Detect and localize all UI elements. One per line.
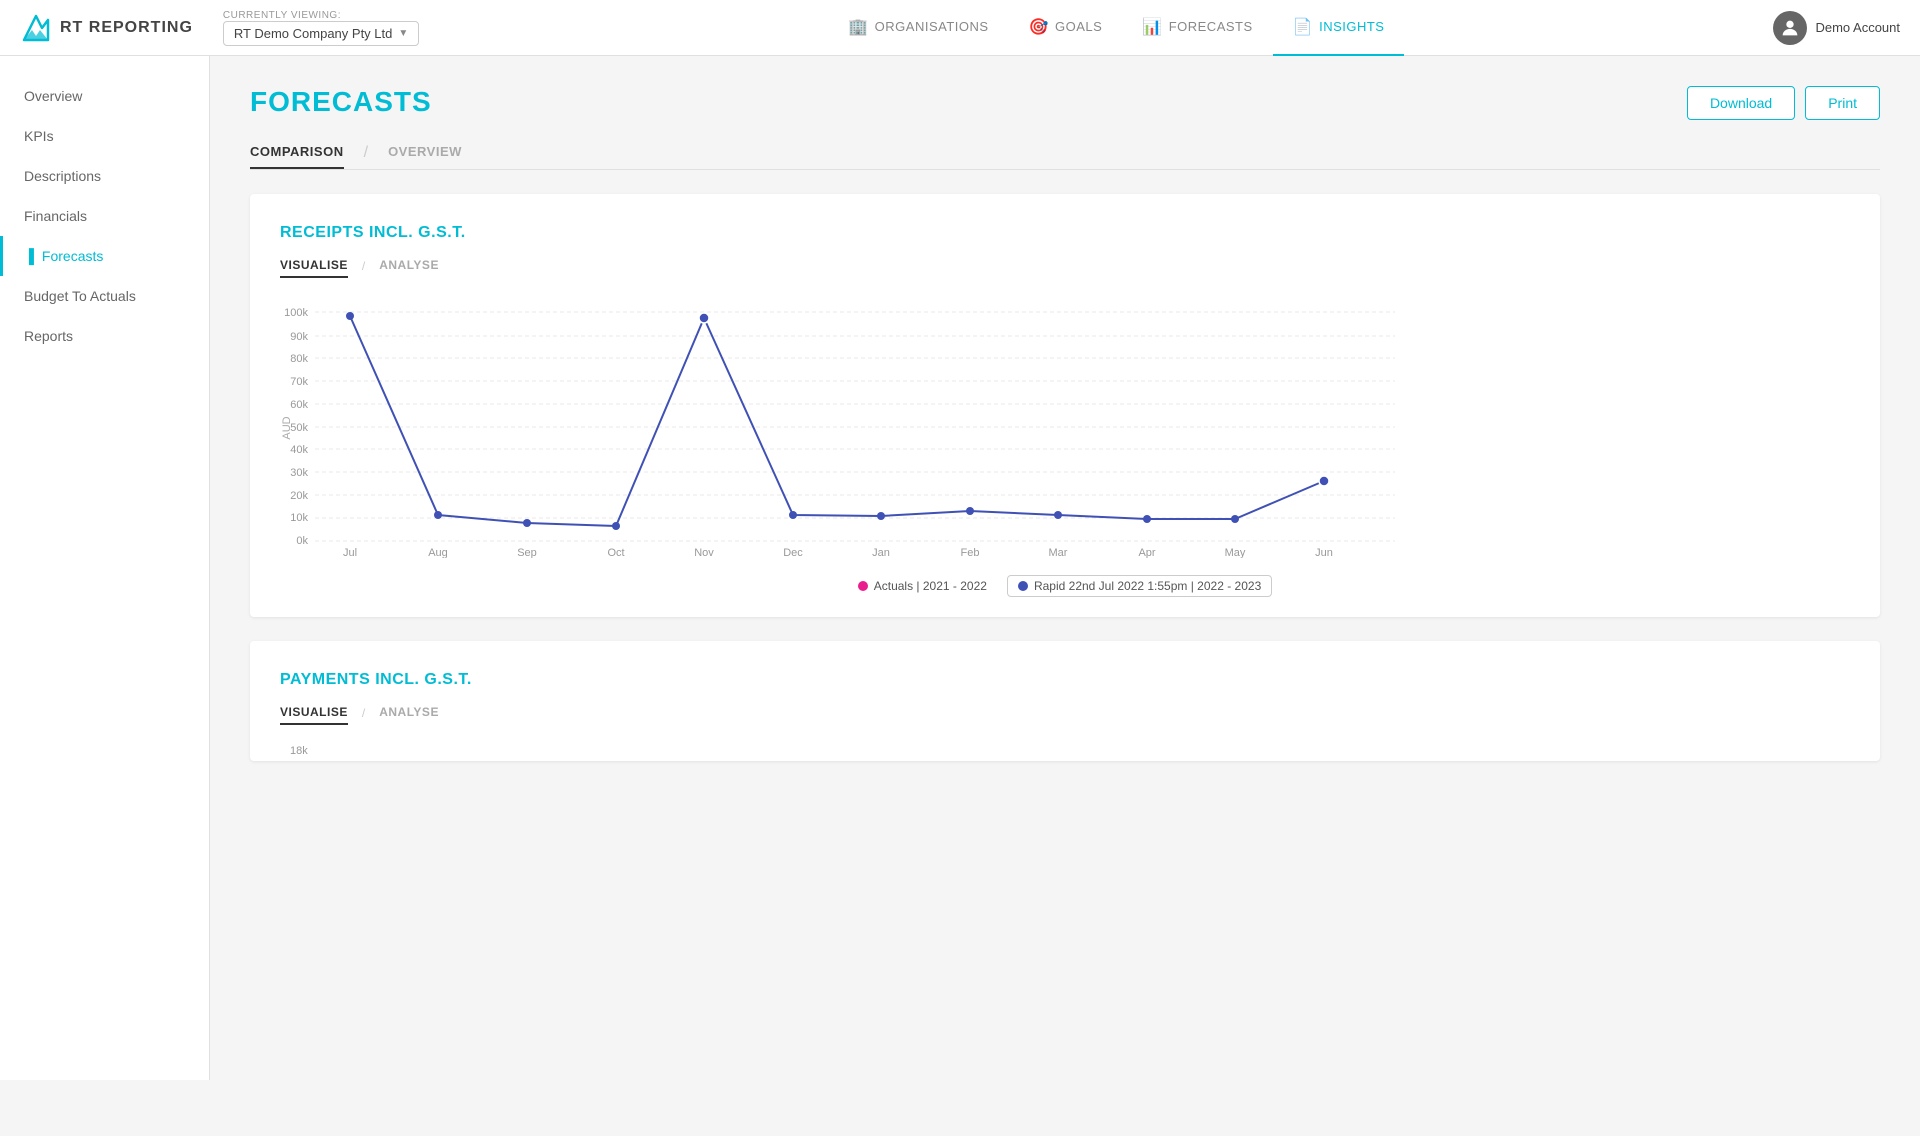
user-menu[interactable]: Demo Account [1773, 11, 1900, 45]
receipts-chart-card: RECEIPTS INCL. G.S.T. VISUALISE / ANALYS… [250, 194, 1880, 617]
svg-text:May: May [1225, 547, 1246, 558]
svg-text:70k: 70k [290, 376, 308, 388]
payments-chart-ystart: 18k [280, 745, 1850, 757]
legend-item-rapid: Rapid 22nd Jul 2022 1:55pm | 2022 - 2023 [1007, 575, 1272, 597]
sidebar-item-kpis[interactable]: KPIs [0, 116, 209, 156]
svg-text:60k: 60k [290, 399, 308, 411]
chevron-down-icon: ▼ [398, 28, 408, 39]
sidebar: Overview KPIs Descriptions Financials ▐ … [0, 56, 210, 1080]
nav-label-insights: INSIGHTS [1319, 19, 1384, 34]
receipts-chart-title: RECEIPTS INCL. G.S.T. [280, 224, 1850, 242]
sidebar-label-budget-to-actuals: Budget To Actuals [24, 288, 136, 304]
sidebar-item-reports[interactable]: Reports [0, 316, 209, 356]
svg-text:Jul: Jul [343, 547, 357, 558]
legend-label-rapid: Rapid 22nd Jul 2022 1:55pm | 2022 - 2023 [1034, 579, 1261, 593]
company-dropdown[interactable]: RT Demo Company Pty Ltd ▼ [223, 21, 419, 46]
svg-text:10k: 10k [290, 512, 308, 524]
nav-item-forecasts[interactable]: 📊 FORECASTS [1122, 0, 1272, 56]
avatar [1773, 11, 1807, 45]
currently-viewing-label: CURRENTLY VIEWING: [223, 10, 419, 21]
logo[interactable]: RT REPORTING [20, 12, 193, 44]
payments-tab-visualise[interactable]: VISUALISE [280, 701, 348, 725]
header-actions: Download Print [1687, 86, 1880, 120]
svg-text:Jan: Jan [872, 547, 890, 558]
svg-text:Dec: Dec [783, 547, 803, 558]
nav-label-forecasts: FORECASTS [1169, 19, 1253, 34]
svg-text:Sep: Sep [517, 547, 537, 558]
user-name: Demo Account [1815, 20, 1900, 35]
svg-text:30k: 30k [290, 467, 308, 479]
insights-icon: 📄 [1293, 17, 1313, 37]
receipts-chart-svg: 100k 90k 80k 70k 60k 50k 40k 30k 20k 10k… [280, 298, 1400, 558]
company-selector-area: CURRENTLY VIEWING: RT Demo Company Pty L… [223, 10, 419, 46]
nav-item-goals[interactable]: 🎯 GOALS [1009, 0, 1123, 56]
sidebar-icon-forecasts: ▐ [24, 248, 34, 264]
subtab-comparison[interactable]: COMPARISON [250, 136, 344, 169]
nav-item-insights[interactable]: 📄 INSIGHTS [1273, 0, 1405, 56]
receipts-tab-sep: / [362, 259, 365, 273]
svg-text:100k: 100k [284, 307, 308, 319]
sidebar-label-financials: Financials [24, 208, 87, 224]
goals-icon: 🎯 [1029, 17, 1049, 37]
download-button[interactable]: Download [1687, 86, 1795, 120]
svg-text:Mar: Mar [1049, 547, 1068, 558]
page-header: FORECASTS Download Print [250, 86, 1880, 120]
svg-text:40k: 40k [290, 444, 308, 456]
svg-text:Aug: Aug [428, 547, 448, 558]
svg-text:Jun: Jun [1315, 547, 1333, 558]
main-content: FORECASTS Download Print COMPARISON / OV… [210, 56, 1920, 1080]
sidebar-label-overview: Overview [24, 88, 82, 104]
receipts-chart-legend: Actuals | 2021 - 2022 Rapid 22nd Jul 202… [280, 575, 1850, 597]
svg-text:Oct: Oct [607, 547, 624, 558]
legend-item-actuals: Actuals | 2021 - 2022 [858, 579, 987, 593]
organisations-icon: 🏢 [848, 17, 868, 37]
svg-text:AUD: AUD [281, 416, 293, 439]
sidebar-item-financials[interactable]: Financials [0, 196, 209, 236]
logo-icon [20, 12, 52, 44]
payments-chart-tabs: VISUALISE / ANALYSE [280, 701, 1850, 725]
svg-text:Nov: Nov [694, 547, 714, 558]
receipts-tab-visualise[interactable]: VISUALISE [280, 254, 348, 278]
sidebar-label-descriptions: Descriptions [24, 168, 101, 184]
sidebar-label-forecasts: Forecasts [42, 248, 103, 264]
payments-tab-sep: / [362, 706, 365, 720]
sidebar-label-kpis: KPIs [24, 128, 54, 144]
nav-label-goals: GOALS [1055, 19, 1102, 34]
main-nav-links: 🏢 ORGANISATIONS 🎯 GOALS 📊 FORECASTS 📄 IN… [459, 0, 1773, 56]
page-subtabs: COMPARISON / OVERVIEW [250, 136, 1880, 170]
legend-dot-actuals [858, 581, 868, 591]
svg-text:20k: 20k [290, 490, 308, 502]
receipts-tab-analyse[interactable]: ANALYSE [379, 254, 439, 278]
payments-chart-title: PAYMENTS INCL. G.S.T. [280, 671, 1850, 689]
payments-chart-card: PAYMENTS INCL. G.S.T. VISUALISE / ANALYS… [250, 641, 1880, 761]
svg-text:Apr: Apr [1138, 547, 1155, 558]
nav-item-organisations[interactable]: 🏢 ORGANISATIONS [828, 0, 1008, 56]
sidebar-item-forecasts[interactable]: ▐ Forecasts [0, 236, 209, 276]
sidebar-item-budget-to-actuals[interactable]: Budget To Actuals [0, 276, 209, 316]
legend-dot-rapid [1018, 581, 1028, 591]
legend-label-actuals: Actuals | 2021 - 2022 [874, 579, 987, 593]
svg-text:Feb: Feb [961, 547, 980, 558]
logo-text: RT REPORTING [60, 19, 193, 37]
top-navigation: RT REPORTING CURRENTLY VIEWING: RT Demo … [0, 0, 1920, 56]
nav-label-organisations: ORGANISATIONS [875, 19, 989, 34]
svg-text:90k: 90k [290, 331, 308, 343]
receipts-chart-tabs: VISUALISE / ANALYSE [280, 254, 1850, 278]
svg-text:80k: 80k [290, 353, 308, 365]
forecasts-icon: 📊 [1142, 17, 1162, 37]
page-title: FORECASTS [250, 86, 432, 118]
svg-text:0k: 0k [296, 535, 308, 547]
payments-tab-analyse[interactable]: ANALYSE [379, 701, 439, 725]
receipts-chart-area: 100k 90k 80k 70k 60k 50k 40k 30k 20k 10k… [280, 298, 1850, 563]
company-name: RT Demo Company Pty Ltd [234, 26, 392, 41]
sidebar-item-overview[interactable]: Overview [0, 76, 209, 116]
subtab-overview[interactable]: OVERVIEW [388, 136, 462, 169]
sidebar-label-reports: Reports [24, 328, 73, 344]
sidebar-item-descriptions[interactable]: Descriptions [0, 156, 209, 196]
print-button[interactable]: Print [1805, 86, 1880, 120]
subtab-separator: / [364, 144, 368, 162]
